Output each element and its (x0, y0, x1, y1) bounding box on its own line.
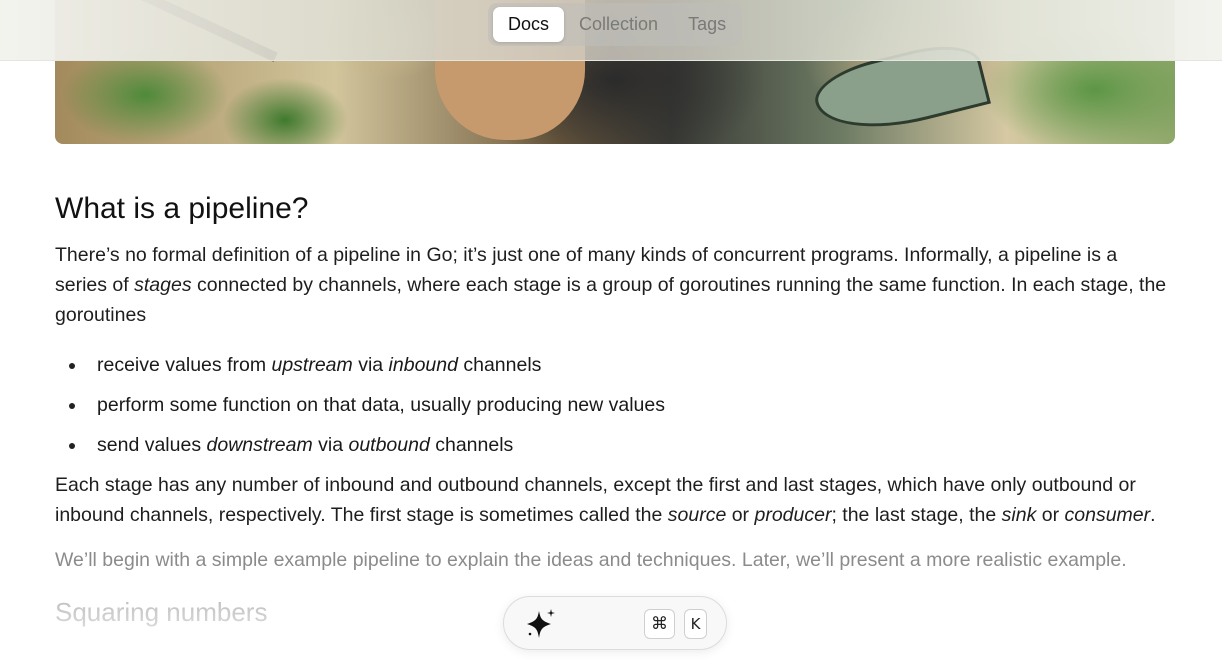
stages-text: or (1036, 504, 1065, 526)
section-heading: What is a pipeline? (55, 192, 309, 225)
list-item-text: send values (97, 434, 207, 456)
example-paragraph: We’ll begin with a simple example pipeli… (55, 549, 1127, 571)
stages-text: ; the last stage, the (831, 504, 1002, 526)
list-item-emphasis: downstream (206, 434, 313, 456)
list-item: send values downstream via outbound chan… (55, 430, 1170, 460)
list-item-text: via (312, 434, 349, 456)
list-item-text: via (352, 354, 389, 376)
stages-emphasis-producer: producer (754, 504, 832, 526)
tab-docs[interactable]: Docs (493, 7, 565, 42)
list-item: receive values from upstream via inbound… (55, 350, 1170, 380)
stages-emphasis-consumer: consumer (1064, 504, 1151, 526)
tab-tags[interactable]: Tags (673, 7, 741, 42)
stages-emphasis-sink: sink (1001, 504, 1037, 526)
stages-text: . (1150, 504, 1156, 526)
list-item-emphasis: inbound (388, 354, 458, 376)
stages-paragraph: Each stage has any number of inbound and… (55, 470, 1170, 530)
nav-tabs: Docs Collection Tags (488, 3, 742, 46)
command-key-hint: ⌘ (644, 609, 675, 639)
top-navigation-bar: Docs Collection Tags (0, 0, 1222, 61)
intro-text-2: connected by channels, where each stage … (55, 274, 1167, 326)
sparkle-icon[interactable] (524, 607, 558, 641)
list-item-text: channels (429, 434, 514, 456)
list-item-emphasis: outbound (348, 434, 430, 456)
list-item-text: channels (457, 354, 542, 376)
stages-text: or (726, 504, 755, 526)
list-item-text: perform some function on that data, usua… (97, 394, 665, 416)
list-item-emphasis: upstream (271, 354, 353, 376)
stages-emphasis-source: source (667, 504, 727, 526)
list-item: perform some function on that data, usua… (55, 390, 1170, 420)
intro-paragraph: There’s no formal definition of a pipeli… (55, 240, 1170, 330)
tab-collection[interactable]: Collection (564, 7, 673, 42)
ask-ai-bar[interactable]: ⌘ K (503, 596, 727, 650)
k-key-hint: K (684, 609, 707, 639)
intro-emphasis-stages: stages (134, 274, 192, 296)
stage-duties-list: receive values from upstream via inbound… (55, 350, 1170, 460)
list-item-text: receive values from (97, 354, 272, 376)
article-body: What is a pipeline? There’s no formal de… (55, 190, 1170, 629)
